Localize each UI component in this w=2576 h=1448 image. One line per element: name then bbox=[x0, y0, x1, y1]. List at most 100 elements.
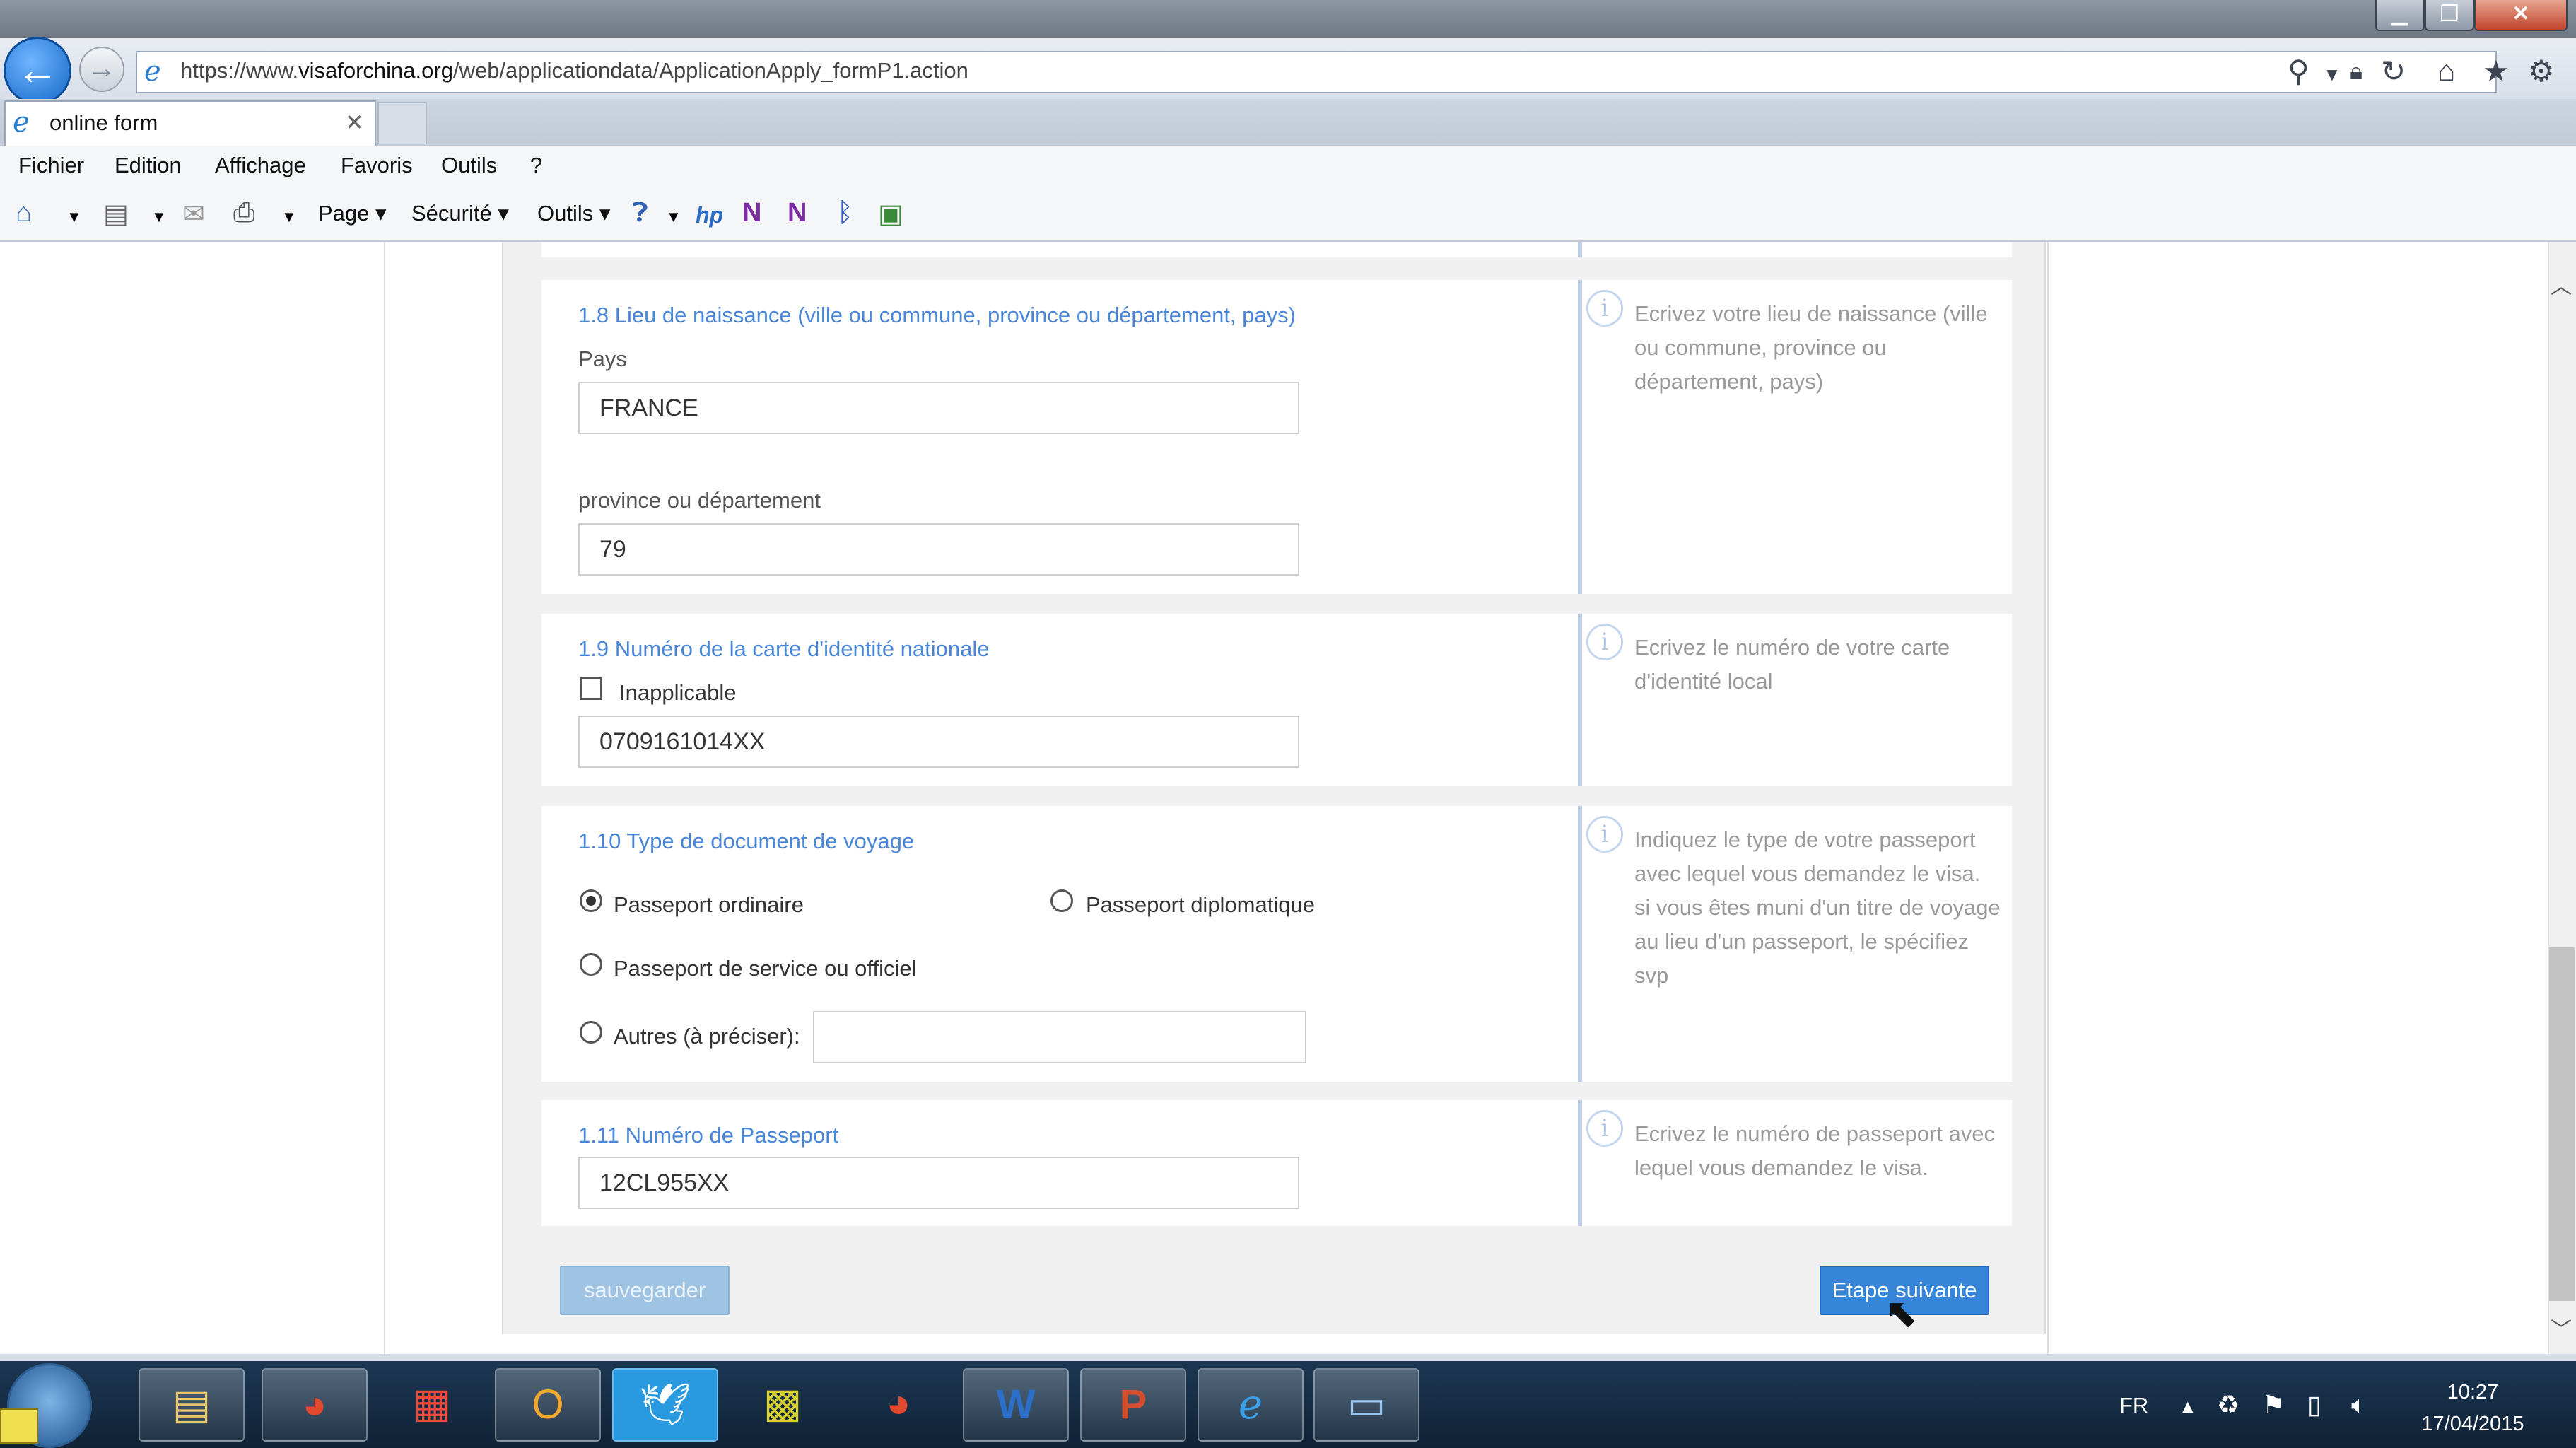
security-menu[interactable]: Sécurité ▾ bbox=[411, 201, 509, 226]
action-center-flag-icon[interactable]: ⚑ bbox=[2262, 1390, 2285, 1420]
maximize-button[interactable]: ❐ bbox=[2425, 0, 2474, 31]
hp-icon[interactable]: hp bbox=[696, 202, 723, 228]
country-field[interactable]: FRANCE bbox=[578, 382, 1299, 434]
radio-service-passport[interactable] bbox=[580, 953, 602, 976]
question-title-1-9: 1.9 Numéro de la carte d'identité nation… bbox=[578, 636, 990, 661]
internet-explorer-taskbar-icon[interactable]: ℯ bbox=[1198, 1368, 1304, 1442]
menu-fichier[interactable]: Fichier bbox=[18, 153, 84, 178]
clock-time[interactable]: 10:27 bbox=[2409, 1381, 2536, 1404]
new-tab-button[interactable] bbox=[377, 102, 427, 144]
explorer-taskbar-icon[interactable]: ▤ bbox=[139, 1368, 245, 1442]
label-diplomatic-passport: Passeport diplomatique bbox=[1086, 892, 1315, 917]
power-tray-icon[interactable]: ▯ bbox=[2307, 1390, 2322, 1420]
volume-icon[interactable]: 🔈︎ bbox=[2351, 1390, 2367, 1420]
rss-feed-icon[interactable]: ▤ bbox=[103, 198, 129, 230]
search-icon[interactable]: ⚲ bbox=[2288, 54, 2309, 88]
radio-ordinary-passport[interactable] bbox=[580, 889, 602, 912]
mail-icon[interactable]: ✉ bbox=[182, 198, 205, 230]
national-id-field[interactable]: 0709161014XX bbox=[578, 716, 1299, 768]
card-divider bbox=[1578, 614, 1582, 786]
word-taskbar-icon[interactable]: W bbox=[963, 1368, 1069, 1442]
help-text-1-8: Ecrivez votre lieu de naissance (ville o… bbox=[1634, 301, 1988, 394]
province-field[interactable]: 79 bbox=[578, 523, 1299, 576]
province-label: province ou département bbox=[578, 488, 821, 513]
url-domain: visaforchina.org bbox=[298, 58, 453, 83]
label-ordinary-passport: Passeport ordinaire bbox=[614, 892, 804, 917]
language-indicator[interactable]: FR bbox=[2119, 1393, 2148, 1418]
sync-tray-icon[interactable]: ♻ bbox=[2217, 1390, 2240, 1420]
tools-menu[interactable]: Outils ▾ bbox=[537, 201, 610, 226]
label-service-passport: Passeport de service ou officiel bbox=[614, 956, 917, 981]
scroll-up-arrow-icon[interactable]: ︿ bbox=[2551, 269, 2572, 300]
previous-question-card bbox=[541, 242, 2012, 257]
url-text[interactable]: https://www.visaforchina.org/web/applica… bbox=[180, 58, 968, 83]
info-icon: i bbox=[1586, 1110, 1623, 1147]
menu-favoris[interactable]: Favoris bbox=[341, 153, 413, 178]
save-button[interactable]: sauvegarder bbox=[560, 1266, 730, 1315]
radio-other-document[interactable] bbox=[580, 1021, 602, 1044]
info-icon: i bbox=[1586, 816, 1623, 853]
radio-diplomatic-passport[interactable] bbox=[1050, 889, 1073, 912]
chevron-down-icon[interactable]: ▼ bbox=[2323, 64, 2341, 86]
twitter-taskbar-icon[interactable]: 🕊︎ bbox=[612, 1368, 718, 1442]
chevron-down-icon[interactable]: ▼ bbox=[666, 208, 681, 226]
menu-outils[interactable]: Outils bbox=[441, 153, 497, 178]
window-titlebar bbox=[0, 0, 2576, 38]
clock-date[interactable]: 17/04/2015 bbox=[2409, 1413, 2536, 1436]
close-window-button[interactable]: ✕ bbox=[2474, 0, 2568, 31]
photo-viewer-taskbar-icon[interactable]: ▭ bbox=[1313, 1368, 1419, 1442]
forward-arrow-icon: → bbox=[88, 53, 116, 84]
menu-help[interactable]: ? bbox=[530, 153, 542, 178]
minimize-button[interactable]: ▁ bbox=[2375, 0, 2425, 31]
print-icon[interactable]: ⎙ bbox=[233, 198, 254, 228]
home-icon[interactable]: ⌂ bbox=[16, 198, 32, 228]
card-divider bbox=[1578, 242, 1582, 257]
onenote-linked-icon[interactable]: N bbox=[788, 198, 807, 228]
refresh-icon[interactable]: ↻ bbox=[2381, 54, 2406, 88]
card-divider bbox=[1578, 1100, 1582, 1226]
url-path: /web/applicationdata/ApplicationApply_fo… bbox=[452, 58, 968, 83]
chrome-icon[interactable]: ◕ bbox=[845, 1368, 952, 1442]
url-prefix: https://www. bbox=[180, 58, 299, 83]
apps-grid-icon[interactable]: ▦ bbox=[379, 1368, 485, 1442]
media-player-icon[interactable]: ▩ bbox=[730, 1368, 836, 1442]
question-title-1-11: 1.11 Numéro de Passeport bbox=[578, 1123, 839, 1148]
passport-number-field[interactable]: 12CL955XX bbox=[578, 1157, 1299, 1209]
chevron-down-icon[interactable]: ▼ bbox=[151, 208, 167, 226]
help-text-1-10: Indiquez le type de votre passeport avec… bbox=[1634, 827, 2001, 988]
favorites-star-icon[interactable]: ★ bbox=[2483, 54, 2510, 88]
page-menu[interactable]: Page ▾ bbox=[318, 201, 387, 226]
scroll-down-arrow-icon[interactable]: ﹀ bbox=[2551, 1312, 2572, 1343]
back-arrow-icon: ← bbox=[16, 46, 59, 93]
card-divider bbox=[1578, 280, 1582, 594]
lock-icon[interactable]: 🔒︎ bbox=[2350, 58, 2363, 86]
menu-affichage[interactable]: Affichage bbox=[215, 153, 306, 178]
chevron-down-icon[interactable]: ▼ bbox=[66, 208, 82, 226]
tray-expand-icon[interactable]: ▲ bbox=[2179, 1396, 2197, 1418]
menu-edition[interactable]: Edition bbox=[115, 153, 182, 178]
tab-close-icon[interactable]: ✕ bbox=[345, 109, 364, 136]
back-button[interactable]: ← bbox=[4, 37, 71, 105]
chevron-down-icon[interactable]: ▼ bbox=[281, 208, 297, 226]
outlook-taskbar-icon[interactable]: O bbox=[495, 1368, 601, 1442]
other-document-field[interactable] bbox=[813, 1011, 1306, 1063]
home-icon[interactable]: ⌂ bbox=[2437, 54, 2455, 88]
scrollbar-thumb[interactable] bbox=[2549, 947, 2575, 1301]
forward-button[interactable]: → bbox=[79, 47, 124, 92]
tab-ie-icon: ℯ bbox=[13, 107, 30, 138]
mouse-cursor-icon: ⬉ bbox=[1885, 1290, 1918, 1335]
addon-icon[interactable]: ▣ bbox=[878, 198, 903, 230]
help-text-1-9: Ecrivez le numéro de votre carte d'ident… bbox=[1634, 635, 1950, 694]
help-icon[interactable]: ❓︎ bbox=[632, 198, 648, 228]
label-other-document: Autres (à préciser): bbox=[614, 1024, 800, 1049]
inapplicable-checkbox[interactable] bbox=[580, 677, 602, 700]
onenote-icon[interactable]: N bbox=[742, 198, 761, 228]
sticky-notes-icon[interactable] bbox=[0, 1408, 38, 1444]
page-left-margin bbox=[0, 242, 385, 1354]
bluetooth-icon[interactable]: ᛒ bbox=[837, 198, 853, 228]
chrome-taskbar-icon[interactable]: ◕ bbox=[262, 1368, 368, 1442]
question-title-1-10: 1.10 Type de document de voyage bbox=[578, 829, 915, 853]
powerpoint-taskbar-icon[interactable]: P bbox=[1080, 1368, 1186, 1442]
country-label: Pays bbox=[578, 346, 627, 371]
settings-gear-icon[interactable]: ⚙ bbox=[2528, 54, 2555, 88]
